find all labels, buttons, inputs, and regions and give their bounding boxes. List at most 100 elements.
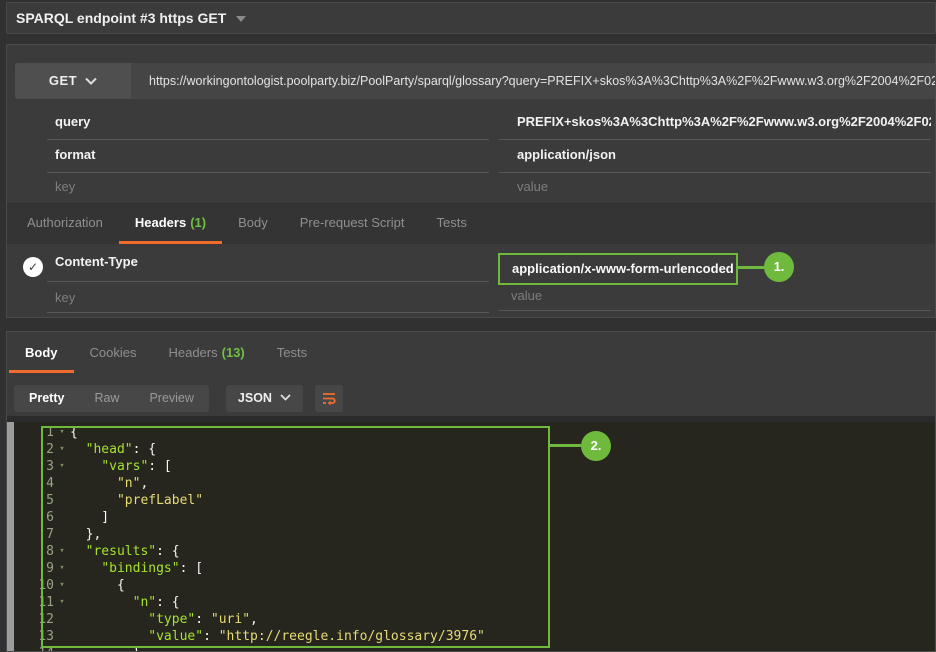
- code-text: "type": "uri",: [70, 611, 258, 628]
- response-tab-body[interactable]: Body: [9, 336, 74, 373]
- code-line: 5 "prefLabel": [14, 492, 935, 509]
- response-tab-tests[interactable]: Tests: [261, 336, 323, 373]
- line-number: 6: [14, 509, 54, 526]
- code-line: 6 ]: [14, 509, 935, 526]
- response-tabs: Body Cookies Headers(13) Tests: [7, 336, 935, 373]
- title-dropdown-caret-icon[interactable]: [236, 16, 246, 22]
- request-panel: GET https://workingontologist.poolparty.…: [6, 44, 936, 318]
- line-number: 3: [14, 458, 54, 475]
- code-text: "value": "http://reegle.info/glossary/39…: [70, 628, 485, 645]
- param-value-format[interactable]: application/json: [499, 140, 931, 173]
- code-lines: 1▾{2▾ "head": {3▾ "vars": [4 "n",5 "pref…: [14, 424, 935, 651]
- response-tab-headers[interactable]: Headers(13): [152, 336, 260, 373]
- tab-authorization[interactable]: Authorization: [11, 204, 119, 244]
- response-panel: Body Cookies Headers(13) Tests Pretty Ra…: [6, 331, 936, 652]
- code-text: "vars": [: [70, 458, 172, 475]
- code-text: ]: [70, 509, 109, 526]
- view-preview-button[interactable]: Preview: [134, 385, 208, 412]
- header-value-placeholder[interactable]: value: [499, 283, 931, 311]
- view-raw-button[interactable]: Raw: [79, 385, 134, 412]
- tab-body[interactable]: Body: [222, 204, 284, 244]
- tab-pre-request-script[interactable]: Pre-request Script: [284, 204, 421, 244]
- code-text: }: [70, 645, 140, 651]
- param-key-format[interactable]: format: [47, 140, 489, 173]
- line-number: 1: [14, 424, 54, 441]
- fold-spacer: [54, 645, 70, 651]
- view-mode-group: Pretty Raw Preview: [14, 385, 209, 412]
- code-text: "n": {: [70, 594, 180, 611]
- header-key-field[interactable]: Content-Type: [47, 251, 489, 282]
- header-enabled-checkbox[interactable]: ✓: [23, 257, 43, 277]
- chevron-down-icon: [280, 394, 291, 401]
- left-scrollbar[interactable]: [7, 422, 14, 651]
- line-number: 14: [14, 645, 54, 651]
- chevron-down-icon: [85, 77, 97, 85]
- view-pretty-button[interactable]: Pretty: [14, 385, 79, 412]
- line-number: 7: [14, 526, 54, 543]
- request-tabs: Authorization Headers(1) Body Pre-reques…: [7, 203, 935, 244]
- response-headers-count-badge: (13): [222, 345, 245, 360]
- wrap-text-button[interactable]: [315, 385, 343, 412]
- param-value-query[interactable]: PREFIX+skos%3A%3Chttp%3A%2F%2Fwww.w3.org…: [499, 107, 931, 140]
- fold-spacer: [54, 492, 70, 509]
- callout-2-badge: 2.: [581, 431, 611, 461]
- header-value-field-highlighted[interactable]: application/x-www-form-urlencoded: [498, 253, 738, 285]
- code-line: 11▾ "n": {: [14, 594, 935, 611]
- code-line: 10▾ {: [14, 577, 935, 594]
- tab-tests[interactable]: Tests: [421, 204, 483, 244]
- headers-count-badge: (1): [190, 215, 206, 230]
- code-line: 14 }: [14, 645, 935, 651]
- code-text: "n",: [70, 475, 148, 492]
- header-key-placeholder[interactable]: key: [47, 285, 489, 313]
- fold-arrow-icon[interactable]: ▾: [54, 458, 70, 475]
- line-number: 8: [14, 543, 54, 560]
- fold-spacer: [54, 475, 70, 492]
- wrap-text-icon: [321, 391, 337, 406]
- fold-arrow-icon[interactable]: ▾: [54, 543, 70, 560]
- response-body-viewer: 1▾{2▾ "head": {3▾ "vars": [4 "n",5 "pref…: [7, 422, 935, 651]
- tab-headers[interactable]: Headers(1): [119, 204, 222, 244]
- line-number: 4: [14, 475, 54, 492]
- line-number: 11: [14, 594, 54, 611]
- url-input[interactable]: https://workingontologist.poolparty.biz/…: [131, 63, 935, 99]
- callout-2-connector: [550, 444, 581, 447]
- code-line: 4 "n",: [14, 475, 935, 492]
- code-line: 13 "value": "http://reegle.info/glossary…: [14, 628, 935, 645]
- method-dropdown[interactable]: GET: [15, 63, 131, 99]
- code-text: {: [70, 577, 125, 594]
- fold-spacer: [54, 526, 70, 543]
- response-tab-cookies[interactable]: Cookies: [74, 336, 153, 373]
- fold-arrow-icon[interactable]: ▾: [54, 424, 70, 441]
- line-number: 5: [14, 492, 54, 509]
- callout-1-badge: 1.: [764, 252, 794, 282]
- code-text: "head": {: [70, 441, 156, 458]
- param-key-query[interactable]: query: [47, 107, 489, 140]
- line-number: 10: [14, 577, 54, 594]
- code-line: 9▾ "bindings": [: [14, 560, 935, 577]
- code-line: 8▾ "results": {: [14, 543, 935, 560]
- language-dropdown[interactable]: JSON: [226, 385, 303, 412]
- request-title-bar: SPARQL endpoint #3 https GET: [6, 2, 936, 34]
- param-value-placeholder[interactable]: value: [499, 173, 931, 204]
- code-text: "results": {: [70, 543, 180, 560]
- code-text: "prefLabel": [70, 492, 203, 509]
- fold-arrow-icon[interactable]: ▾: [54, 594, 70, 611]
- response-toolbar: Pretty Raw Preview JSON: [14, 385, 343, 412]
- fold-spacer: [54, 628, 70, 645]
- fold-arrow-icon[interactable]: ▾: [54, 560, 70, 577]
- fold-arrow-icon[interactable]: ▾: [54, 577, 70, 594]
- request-title: SPARQL endpoint #3 https GET: [7, 3, 226, 33]
- code-line: 12 "type": "uri",: [14, 611, 935, 628]
- param-key-placeholder[interactable]: key: [47, 173, 489, 204]
- code-line: 3▾ "vars": [: [14, 458, 935, 475]
- code-text: },: [70, 526, 101, 543]
- fold-arrow-icon[interactable]: ▾: [54, 441, 70, 458]
- code-line: 7 },: [14, 526, 935, 543]
- code-line: 2▾ "head": {: [14, 441, 935, 458]
- line-number: 9: [14, 560, 54, 577]
- code-text: {: [70, 424, 78, 441]
- line-number: 12: [14, 611, 54, 628]
- fold-spacer: [54, 611, 70, 628]
- line-number: 2: [14, 441, 54, 458]
- method-label: GET: [49, 73, 77, 88]
